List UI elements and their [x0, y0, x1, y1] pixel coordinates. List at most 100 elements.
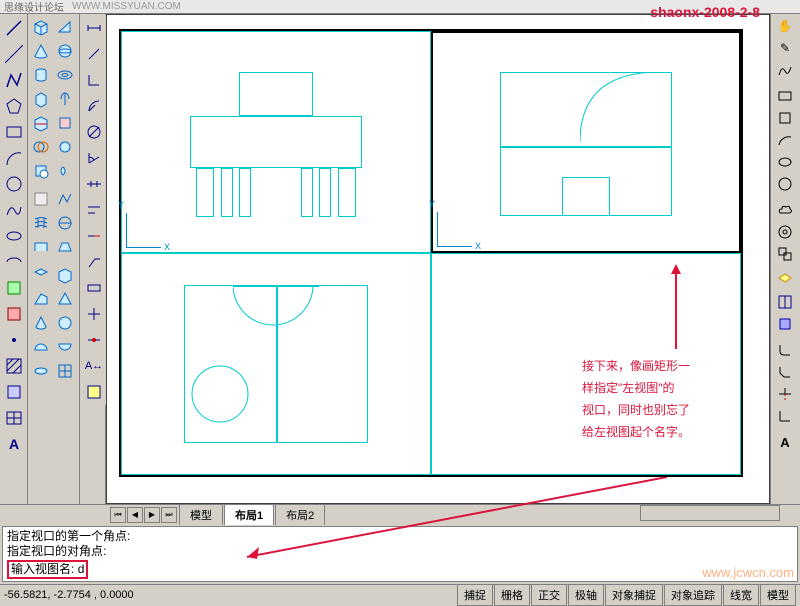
trim-tool[interactable] — [772, 383, 798, 405]
union-tool[interactable] — [53, 135, 77, 159]
3dpoly-tool[interactable] — [53, 187, 77, 211]
arc-mod-tool[interactable] — [772, 129, 798, 151]
status-polar[interactable]: 极轴 — [568, 584, 604, 606]
cylinder-tool[interactable] — [29, 63, 53, 87]
status-snap[interactable]: 捕捉 — [457, 584, 493, 606]
tab-layout2[interactable]: 布局2 — [275, 504, 325, 525]
dome-tool[interactable] — [29, 335, 53, 359]
rsurf-tool[interactable] — [53, 211, 77, 235]
chamfer-tool[interactable] — [772, 361, 798, 383]
slice-tool[interactable] — [29, 111, 53, 135]
section-tool[interactable] — [53, 111, 77, 135]
dim-linear-tool[interactable] — [81, 15, 107, 41]
table-tool[interactable] — [1, 405, 27, 431]
angle-tool[interactable] — [772, 405, 798, 427]
tab-model[interactable]: 模型 — [179, 504, 223, 525]
mtext-tool[interactable]: A — [1, 431, 27, 457]
pline-tool[interactable] — [1, 67, 27, 93]
dimtedit-tool[interactable]: A↔ — [81, 353, 107, 379]
hatch-tool[interactable] — [1, 353, 27, 379]
line-tool[interactable] — [1, 15, 27, 41]
tsurf-tool[interactable] — [29, 235, 53, 259]
dim-diameter-tool[interactable] — [81, 119, 107, 145]
status-model[interactable]: 模型 — [760, 584, 796, 606]
sphere-tool[interactable] — [53, 39, 77, 63]
esurf-tool[interactable] — [53, 235, 77, 259]
zoom-tool[interactable] — [772, 313, 798, 335]
tab-next-button[interactable]: ▶ — [144, 507, 160, 523]
3dface-tool[interactable] — [29, 263, 53, 287]
torus2-tool[interactable] — [29, 359, 53, 383]
interfere-tool[interactable] — [29, 135, 53, 159]
status-osnap[interactable]: 对象捕捉 — [605, 584, 663, 606]
viewport-top-right-active[interactable]: XY — [431, 31, 741, 253]
multi-rect-tool[interactable] — [772, 243, 798, 265]
rect-mod-tool[interactable] — [772, 85, 798, 107]
leader-tool[interactable] — [81, 249, 107, 275]
box2-tool[interactable] — [53, 263, 77, 287]
ellipse-mod-tool[interactable] — [772, 151, 798, 173]
freehand-tool[interactable] — [772, 59, 798, 81]
command-input-value[interactable]: d — [78, 562, 85, 576]
setup-tool[interactable] — [29, 187, 53, 211]
pan-tool[interactable]: ✋ — [772, 15, 798, 37]
viewport-top-left[interactable]: XY — [121, 31, 431, 253]
tab-layout1[interactable]: 布局1 — [224, 504, 274, 525]
extrude-tool[interactable] — [29, 87, 53, 111]
cone-tool[interactable] — [29, 39, 53, 63]
wedge-tool[interactable] — [53, 15, 77, 39]
drawing-area[interactable]: XY XY 接下来，像画矩形一 样指定" — [106, 14, 770, 504]
text-tool[interactable]: A — [772, 431, 798, 453]
dim-radius-tool[interactable] — [81, 93, 107, 119]
donut-tool[interactable] — [772, 221, 798, 243]
circle-tool[interactable] — [1, 171, 27, 197]
xline-tool[interactable] — [1, 41, 27, 67]
tab-last-button[interactable]: ⏭ — [161, 507, 177, 523]
mesh2-tool[interactable] — [53, 359, 77, 383]
circle-mod-tool[interactable] — [772, 173, 798, 195]
rect-tool[interactable] — [1, 119, 27, 145]
ellipse-arc-tool[interactable] — [1, 249, 27, 275]
block-tool[interactable] — [1, 301, 27, 327]
viewport-bottom-left[interactable] — [121, 253, 431, 475]
spline-tool[interactable] — [1, 197, 27, 223]
insert-tool[interactable] — [1, 275, 27, 301]
dim-continue-tool[interactable] — [81, 223, 107, 249]
dim-baseline-tool[interactable] — [81, 197, 107, 223]
center-tool[interactable] — [81, 301, 107, 327]
cloud-tool[interactable] — [772, 199, 798, 221]
fillet-tool[interactable] — [772, 339, 798, 361]
region-tool[interactable] — [1, 379, 27, 405]
qdim-tool[interactable] — [81, 171, 107, 197]
status-lwt[interactable]: 线宽 — [723, 584, 759, 606]
dim-aligned-tool[interactable] — [81, 41, 107, 67]
status-ortho[interactable]: 正交 — [531, 584, 567, 606]
tab-first-button[interactable]: ⏮ — [110, 507, 126, 523]
subtract-tool[interactable] — [29, 159, 53, 183]
torus-tool[interactable] — [53, 63, 77, 87]
status-grid[interactable]: 栅格 — [494, 584, 530, 606]
revolve-tool[interactable] — [53, 87, 77, 111]
wedge2-tool[interactable] — [29, 287, 53, 311]
cone2-tool[interactable] — [29, 311, 53, 335]
box-tool[interactable] — [29, 15, 53, 39]
ellipse-tool[interactable] — [1, 223, 27, 249]
arc-tool[interactable] — [1, 145, 27, 171]
dim-ordinate-tool[interactable] — [81, 67, 107, 93]
sphere2-tool[interactable] — [53, 311, 77, 335]
pencil-tool[interactable]: ✎ — [772, 37, 798, 59]
square-tool[interactable] — [772, 107, 798, 129]
tab-prev-button[interactable]: ◀ — [127, 507, 143, 523]
layer-tool[interactable] — [772, 269, 798, 291]
status-otrack[interactable]: 对象追踪 — [664, 584, 722, 606]
polygon-tool[interactable] — [1, 93, 27, 119]
dimedit-tool[interactable] — [81, 327, 107, 353]
intersect-tool[interactable] — [53, 159, 77, 183]
h-scrollbar[interactable] — [640, 505, 780, 521]
dish-tool[interactable] — [53, 335, 77, 359]
tolerance-tool[interactable] — [81, 275, 107, 301]
mesh-tool[interactable] — [29, 211, 53, 235]
pyramid-tool[interactable] — [53, 287, 77, 311]
vport-tool[interactable] — [772, 291, 798, 313]
dimstyle-tool[interactable] — [81, 379, 107, 405]
